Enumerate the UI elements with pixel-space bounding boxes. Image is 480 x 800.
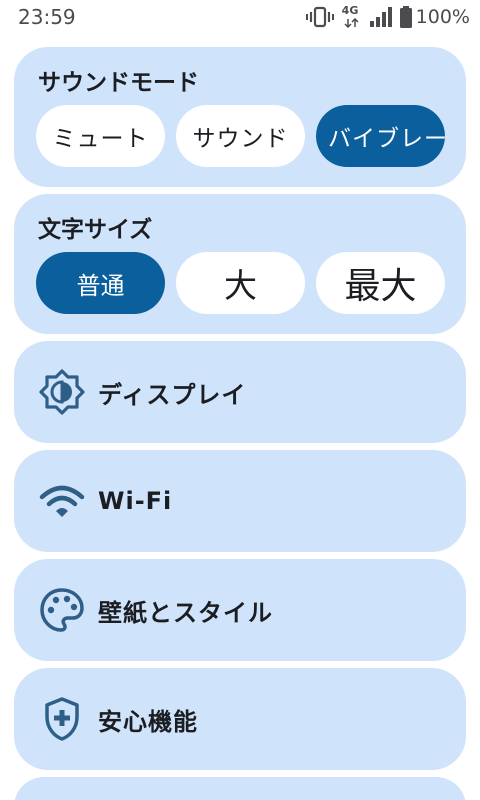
menu-item-partial[interactable] <box>14 777 466 800</box>
sound-mode-options: ミュート サウンド バイブレー <box>36 105 445 167</box>
menu-item-wallpaper-style-label: 壁紙とスタイル <box>98 598 273 627</box>
battery-percentage: 100% <box>415 6 470 28</box>
network-type-label: 4G <box>341 4 359 17</box>
sound-mode-mute-button[interactable]: ミュート <box>36 105 165 167</box>
menu-item-safety[interactable]: 安心機能 <box>14 668 466 770</box>
network-4g-icon: 4G <box>342 5 362 29</box>
sound-mode-vibrate-button[interactable]: バイブレー <box>316 105 445 167</box>
status-icons: 4G 100% <box>305 5 470 29</box>
menu-item-wifi-label: Wi-Fi <box>98 487 173 515</box>
status-bar: 23:59 4G 100% <box>0 0 480 34</box>
text-size-card: 文字サイズ 普通 大 最大 <box>14 194 466 334</box>
vibrate-icon <box>305 6 334 28</box>
text-size-title: 文字サイズ <box>38 217 153 243</box>
text-size-options: 普通 大 最大 <box>36 252 445 314</box>
text-size-normal-button[interactable]: 普通 <box>36 252 165 314</box>
wifi-icon <box>38 477 86 525</box>
shield-plus-icon <box>38 695 86 743</box>
menu-item-display[interactable]: ディスプレイ <box>14 341 466 443</box>
menu-item-safety-label: 安心機能 <box>98 707 198 736</box>
quick-settings-screen: 23:59 4G 100% サウンドモード ミュート サウンド バイブレー 文字… <box>0 0 480 800</box>
sound-mode-sound-button[interactable]: サウンド <box>176 105 305 167</box>
brightness-icon <box>38 368 86 416</box>
menu-item-wallpaper-style[interactable]: 壁紙とスタイル <box>14 559 466 661</box>
status-time: 23:59 <box>18 5 76 29</box>
signal-icon <box>369 7 392 27</box>
menu-item-wifi[interactable]: Wi-Fi <box>14 450 466 552</box>
sound-mode-card: サウンドモード ミュート サウンド バイブレー <box>14 47 466 187</box>
palette-icon <box>38 586 86 634</box>
battery-icon <box>399 6 412 28</box>
text-size-largest-button[interactable]: 最大 <box>316 252 445 314</box>
menu-item-display-label: ディスプレイ <box>98 380 247 409</box>
sound-mode-title: サウンドモード <box>38 70 199 96</box>
text-size-large-button[interactable]: 大 <box>176 252 305 314</box>
